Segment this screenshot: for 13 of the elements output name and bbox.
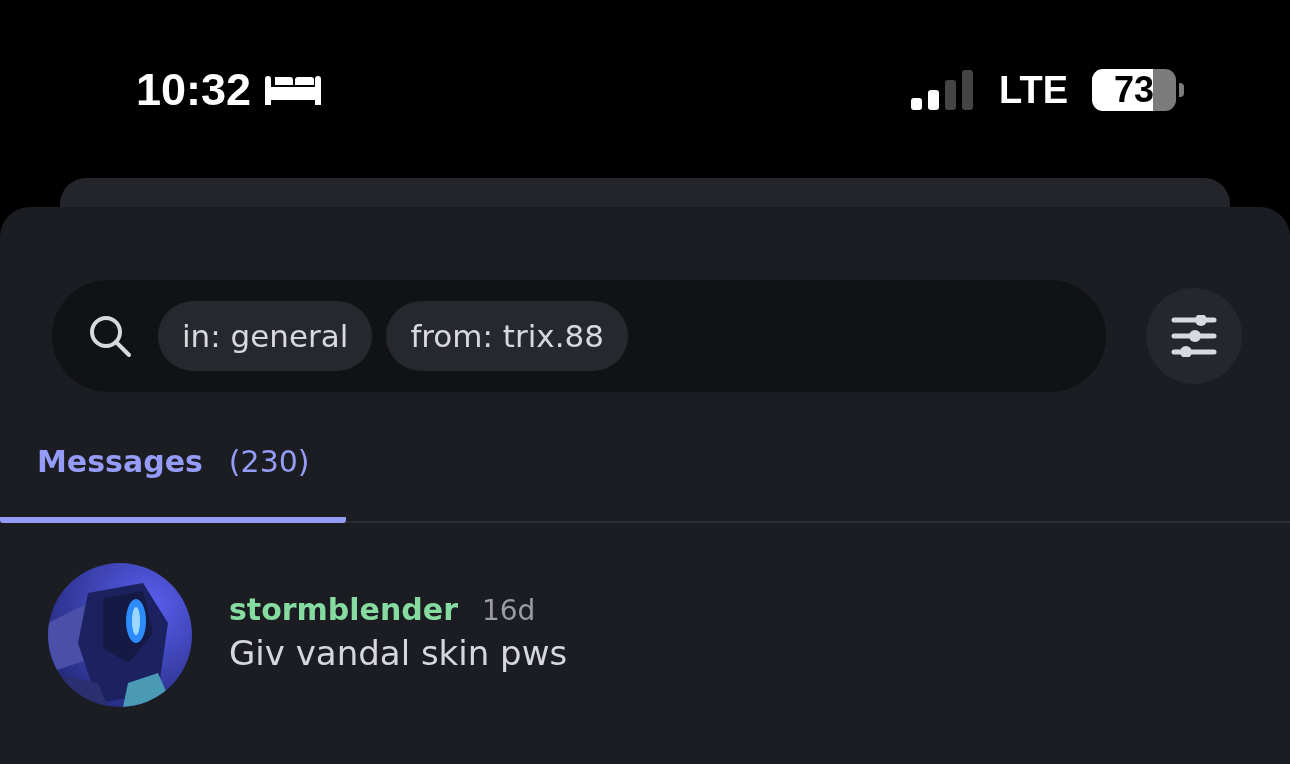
- author-name[interactable]: stormblender: [229, 591, 458, 627]
- network-label: LTE: [999, 68, 1068, 112]
- message-text: Giv vandal skin pws: [229, 632, 568, 673]
- filter-chip[interactable]: in: general: [158, 301, 373, 371]
- signal-icon: [911, 70, 976, 110]
- search-field[interactable]: in: general from: trix.88: [52, 280, 1106, 392]
- clock-time: 10:32: [136, 63, 252, 117]
- message-time: 16d: [481, 593, 536, 627]
- sliders-icon: [1171, 315, 1217, 357]
- search-icon: [88, 314, 132, 358]
- tab[interactable]: Messages (230): [0, 432, 346, 523]
- filter-chip[interactable]: from: trix.88: [386, 301, 628, 371]
- bed-icon: [265, 75, 322, 105]
